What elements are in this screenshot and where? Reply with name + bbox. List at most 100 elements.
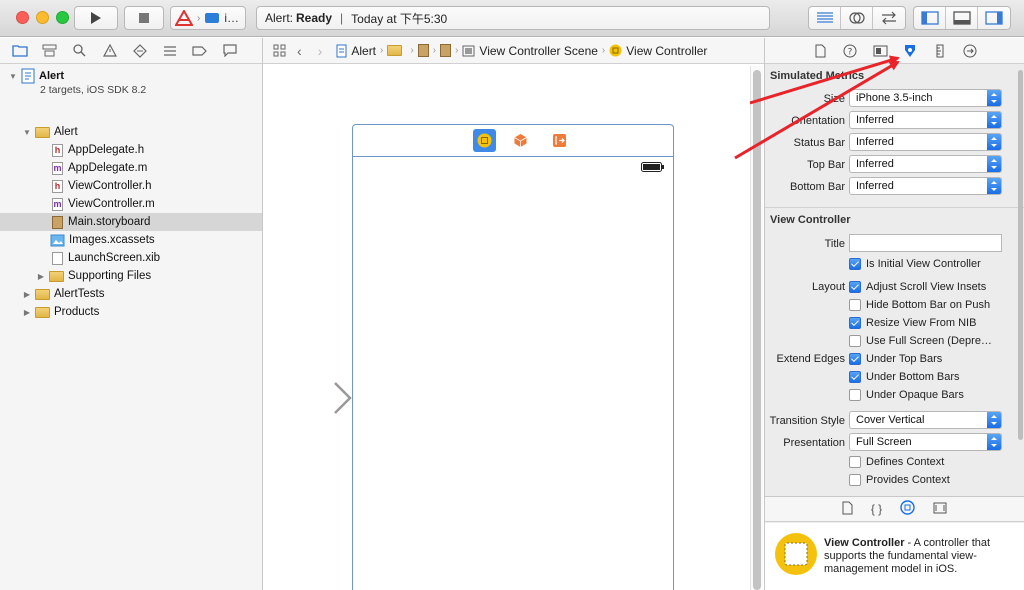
identity-inspector-icon[interactable] xyxy=(871,43,889,59)
warning-icon[interactable] xyxy=(100,43,119,59)
checkbox-label: Hide Bottom Bar on Push xyxy=(866,299,991,311)
defines-context-checkbox[interactable]: Defines Context xyxy=(849,456,944,468)
close-window-button[interactable] xyxy=(16,11,29,24)
resize-nib-checkbox[interactable]: Resize View From NIB xyxy=(849,317,976,329)
activity-status: Ready xyxy=(296,11,333,25)
media-library-icon[interactable] xyxy=(933,502,947,517)
stop-button[interactable] xyxy=(124,6,164,30)
checkbox-label: Adjust Scroll View Insets xyxy=(866,281,987,293)
inspector-scroll-thumb[interactable] xyxy=(1018,70,1023,440)
canvas-scrollbar[interactable] xyxy=(750,66,763,590)
folder-icon xyxy=(35,126,50,138)
scheme-selector[interactable]: › i… xyxy=(170,6,246,30)
connections-inspector-icon[interactable] xyxy=(961,43,979,59)
bottom-bar-popup[interactable]: Inferred xyxy=(849,177,1002,195)
project-navigator: ▼ Alert 2 targets, iOS SDK 8.2 ▼ Alert h… xyxy=(0,38,263,590)
size-inspector-icon[interactable] xyxy=(931,43,949,59)
search-icon[interactable] xyxy=(70,43,89,59)
view-controller-dock-icon[interactable] xyxy=(473,129,496,152)
window-toolbar: › i… Alert: Ready | Today at 下午5:30 xyxy=(0,0,1024,37)
speech-bubble-icon[interactable] xyxy=(220,43,239,59)
tree-item-products[interactable]: ▶ Products xyxy=(0,303,262,321)
storyboard-editor: ‹ › Alert › › › › View Controller Scene … xyxy=(263,38,764,590)
under-opaque-bars-checkbox[interactable]: Under Opaque Bars xyxy=(849,389,964,401)
popup-stepper-icon xyxy=(987,412,1001,428)
run-button[interactable] xyxy=(74,6,118,30)
tree-item-viewcontroller-h[interactable]: h ViewController.h xyxy=(0,177,262,195)
checkbox-label: Resize View From NIB xyxy=(866,317,977,329)
transition-style-popup[interactable]: Cover Vertical xyxy=(849,411,1002,429)
folder-icon[interactable] xyxy=(10,43,29,59)
top-bar-popup[interactable]: Inferred xyxy=(849,155,1002,173)
code-snippet-icon[interactable]: { } xyxy=(871,502,882,516)
tree-item-appdelegate-m[interactable]: m AppDelegate.m xyxy=(0,159,262,177)
presentation-popup[interactable]: Full Screen xyxy=(849,433,1002,451)
view-controller-icon xyxy=(609,44,622,57)
storyboard-file-icon[interactable] xyxy=(417,44,429,57)
swap-arrows-icon xyxy=(882,11,896,25)
breadcrumb-scene[interactable]: View Controller Scene xyxy=(462,44,598,58)
breakpoint-icon[interactable] xyxy=(190,43,209,59)
canvas-scroll-thumb[interactable] xyxy=(753,70,761,590)
venn-icon xyxy=(848,12,865,24)
storyboard-base-icon[interactable] xyxy=(440,44,452,57)
tree-item-images-xcassets[interactable]: Images.xcassets xyxy=(0,231,262,249)
file-inspector-icon[interactable] xyxy=(811,43,829,59)
toggle-utilities-button[interactable] xyxy=(978,7,1010,29)
tree-item-appdelegate-h[interactable]: h AppDelegate.h xyxy=(0,141,262,159)
scheme-label: i… xyxy=(224,11,240,25)
hierarchy-icon[interactable] xyxy=(40,43,59,59)
back-button[interactable]: ‹ xyxy=(297,43,302,59)
title-field[interactable] xyxy=(849,234,1002,252)
toggle-navigator-button[interactable] xyxy=(914,7,946,29)
version-editor-button[interactable] xyxy=(873,7,905,29)
zoom-window-button[interactable] xyxy=(56,11,69,24)
folder-icon[interactable] xyxy=(387,45,403,56)
view-toggle-segment xyxy=(913,6,1011,30)
orientation-popup[interactable]: Inferred xyxy=(849,111,1002,129)
checkbox-label: Use Full Screen (Depre… xyxy=(866,335,992,347)
minimize-window-button[interactable] xyxy=(36,11,49,24)
file-template-icon[interactable] xyxy=(842,501,853,518)
breadcrumb-project-label: Alert xyxy=(351,43,377,58)
toggle-debug-button[interactable] xyxy=(946,7,978,29)
size-popup[interactable]: iPhone 3.5-inch xyxy=(849,89,1002,107)
diamond-icon[interactable] xyxy=(130,43,149,59)
full-screen-checkbox[interactable]: Use Full Screen (Depre… xyxy=(849,335,992,347)
tree-item-alerttests[interactable]: ▶ AlertTests xyxy=(0,285,262,303)
exit-icon[interactable] xyxy=(552,133,567,151)
under-bottom-bars-checkbox[interactable]: Under Bottom Bars xyxy=(849,371,960,383)
list-icon[interactable] xyxy=(160,43,179,59)
tree-item-launchscreen-xib[interactable]: LaunchScreen.xib xyxy=(0,249,262,267)
library-item-view-controller[interactable]: View Controller - A controller that supp… xyxy=(765,523,1024,590)
checkbox-label: Provides Context xyxy=(866,474,950,486)
standard-editor-button[interactable] xyxy=(809,7,841,29)
adjust-scroll-checkbox[interactable]: Adjust Scroll View Insets xyxy=(849,281,986,293)
breadcrumb-controller[interactable]: View Controller xyxy=(609,44,707,58)
first-responder-icon[interactable] xyxy=(513,133,528,151)
tree-item-viewcontroller-m[interactable]: m ViewController.m xyxy=(0,195,262,213)
tree-item-alert-group[interactable]: ▼ Alert xyxy=(0,123,262,141)
object-library-icon[interactable] xyxy=(900,500,915,518)
initial-entry-arrow[interactable] xyxy=(263,378,355,418)
attributes-inspector-icon[interactable] xyxy=(901,43,919,59)
forward-button[interactable]: › xyxy=(318,43,323,59)
grid-icon[interactable] xyxy=(269,44,289,57)
inspector-scrollbar[interactable] xyxy=(1018,64,1024,494)
tree-item-main-storyboard[interactable]: Main.storyboard xyxy=(0,213,262,231)
xib-file-icon xyxy=(52,251,63,265)
view-controller-library-icon xyxy=(775,533,817,575)
top-bar-label: Top Bar xyxy=(807,159,845,171)
under-top-bars-checkbox[interactable]: Under Top Bars xyxy=(849,353,942,365)
status-bar-popup[interactable]: Inferred xyxy=(849,133,1002,151)
header-file-icon: h xyxy=(52,143,63,157)
provides-context-checkbox[interactable]: Provides Context xyxy=(849,474,950,486)
breadcrumb-project[interactable]: Alert xyxy=(336,44,376,58)
view-controller-canvas[interactable] xyxy=(352,156,674,590)
quick-help-icon[interactable]: ? xyxy=(841,43,859,59)
tree-item-supporting-files[interactable]: ▶ Supporting Files xyxy=(0,267,262,285)
tree-item-label: Supporting Files xyxy=(68,270,152,282)
hide-bottom-bar-checkbox[interactable]: Hide Bottom Bar on Push xyxy=(849,299,990,311)
assistant-editor-button[interactable] xyxy=(841,7,873,29)
initial-vc-checkbox[interactable]: Is Initial View Controller xyxy=(849,258,981,270)
